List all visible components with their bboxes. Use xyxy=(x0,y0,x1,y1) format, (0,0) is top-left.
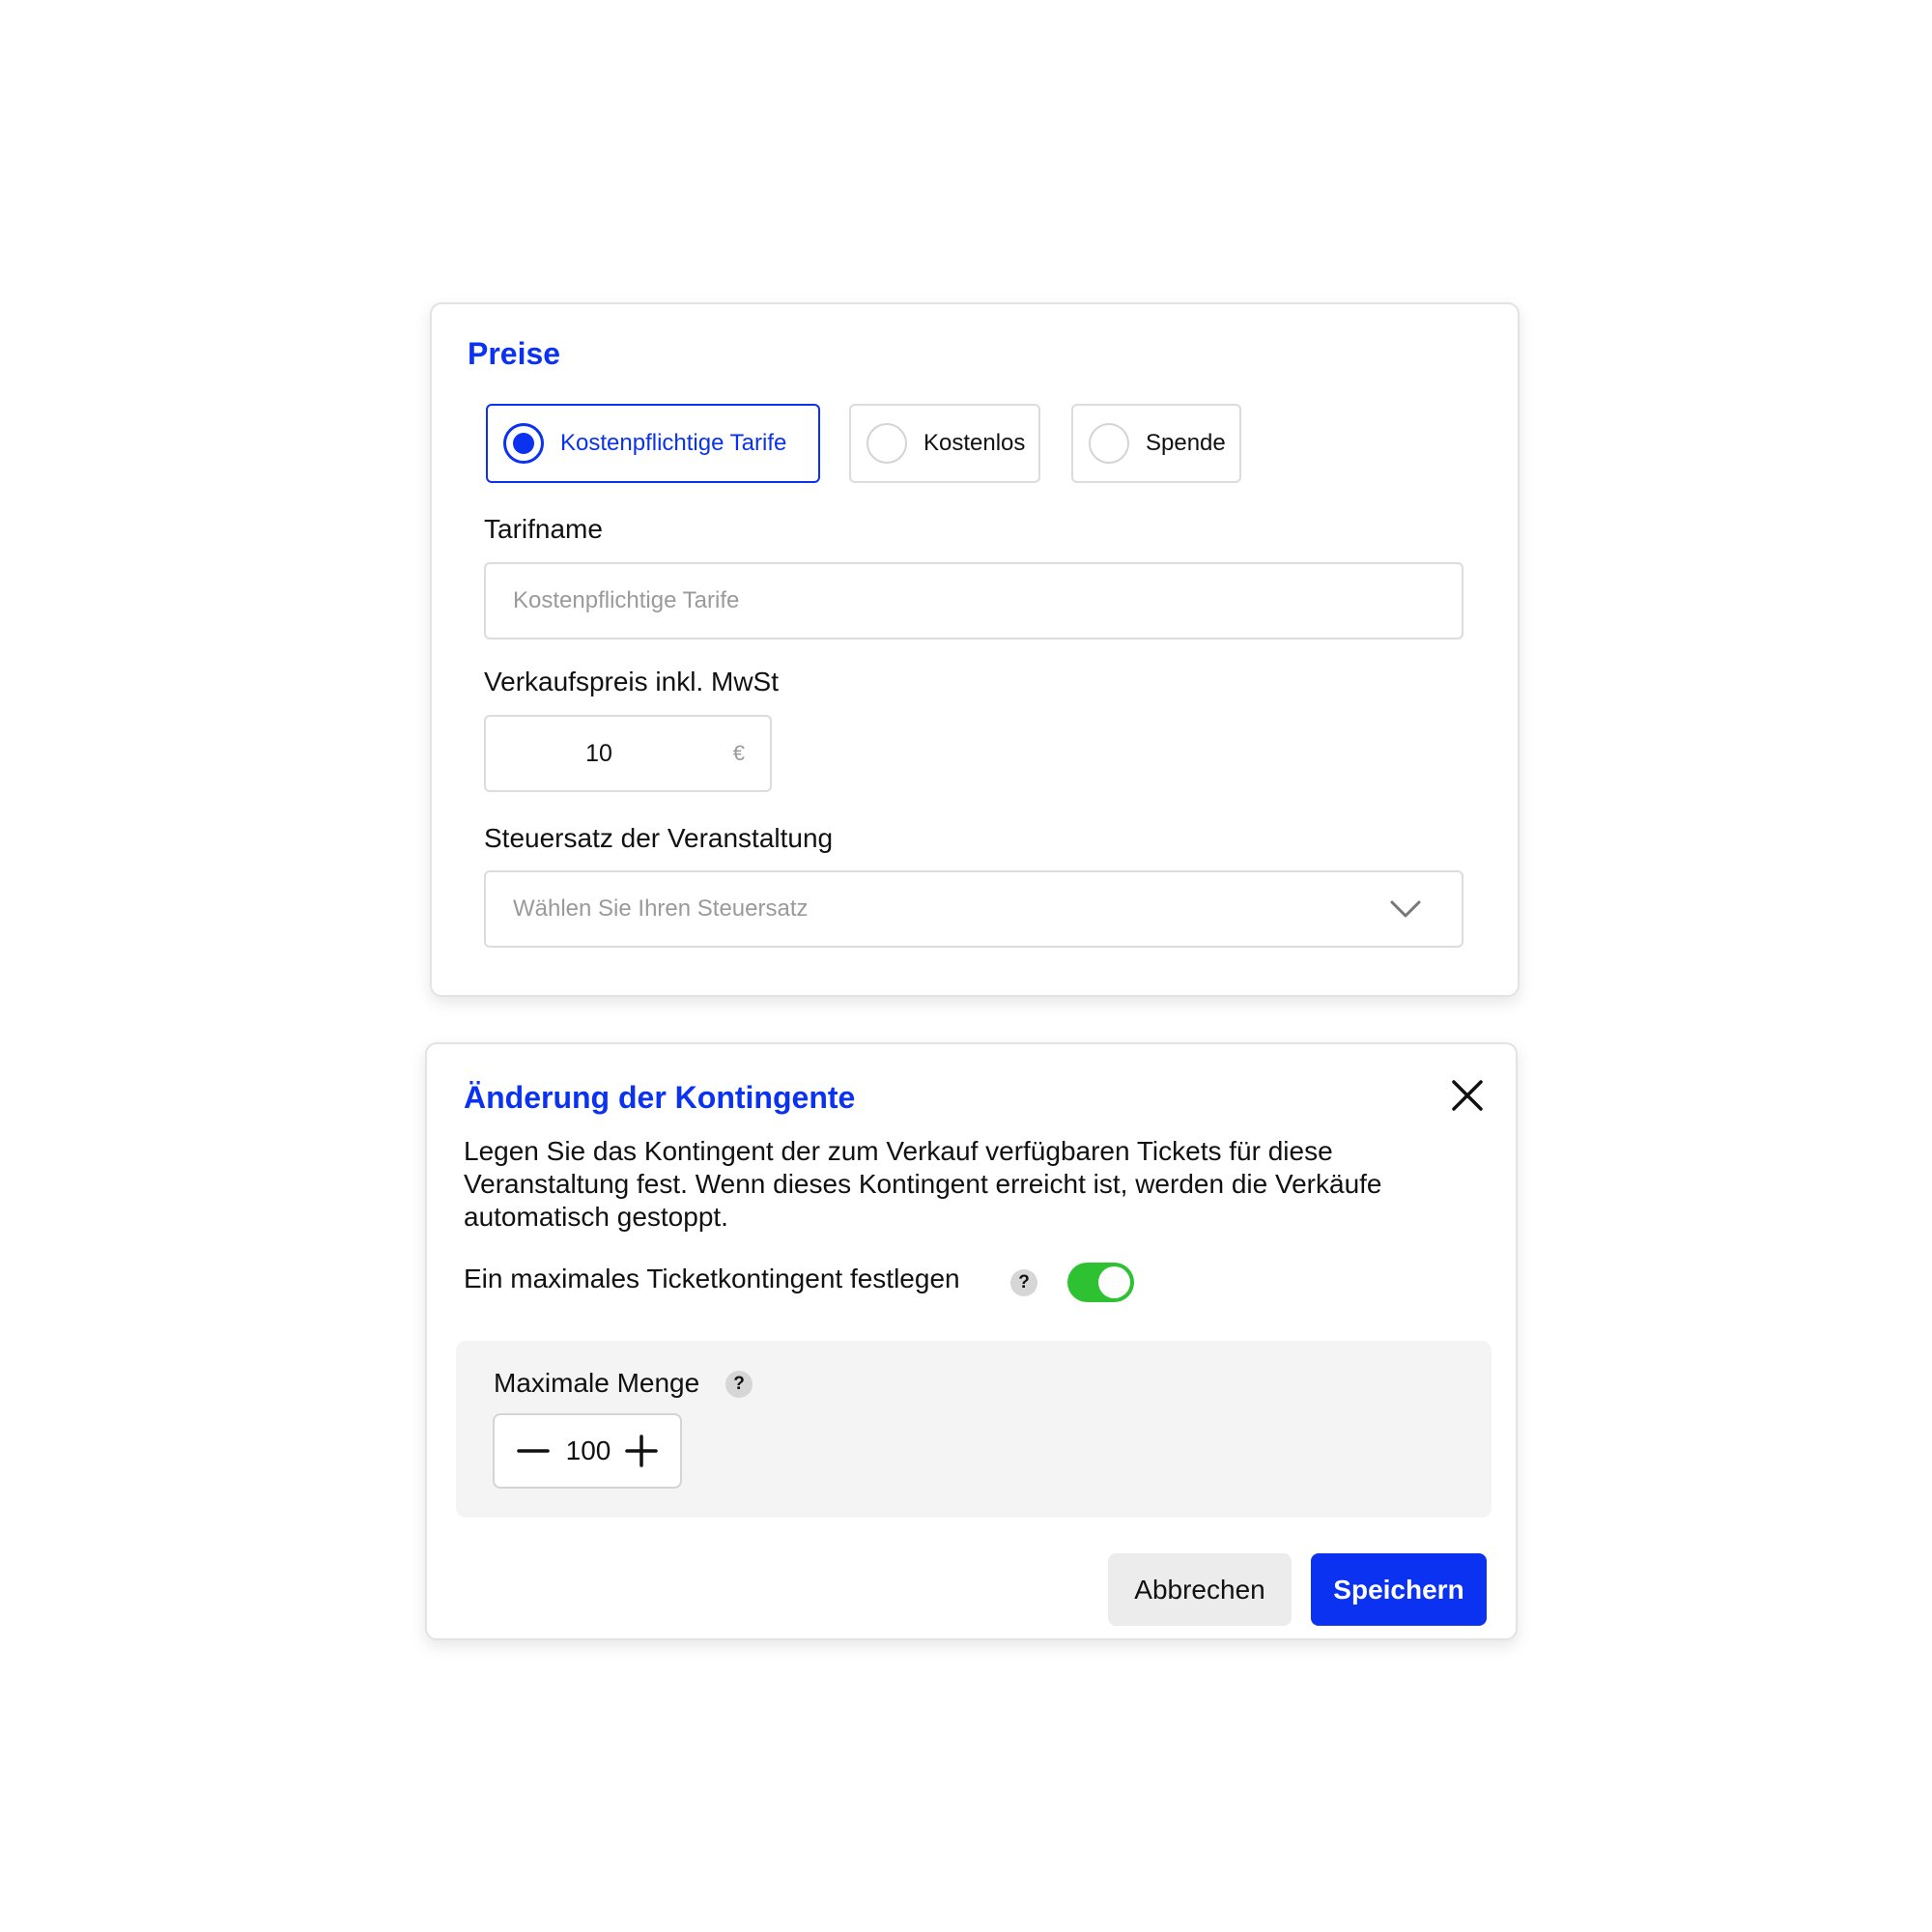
radio-paid-tariffs[interactable]: Kostenpflichtige Tarife xyxy=(486,404,820,483)
pricing-title: Preise xyxy=(468,336,561,371)
tax-rate-select[interactable]: Wählen Sie Ihren Steuersatz xyxy=(484,870,1463,948)
save-button[interactable]: Speichern xyxy=(1311,1553,1487,1626)
cancel-button[interactable]: Abbrechen xyxy=(1108,1553,1292,1626)
price-field[interactable]: 10 € xyxy=(484,715,772,792)
radio-unselected-icon xyxy=(1089,423,1129,464)
quota-description: Legen Sie das Kontingent der zum Verkauf… xyxy=(464,1136,1382,1232)
toggle-knob xyxy=(1098,1266,1130,1298)
radio-selected-icon xyxy=(503,423,544,464)
radio-donation-label: Spende xyxy=(1146,430,1226,456)
quantity-value[interactable]: 100 xyxy=(556,1415,620,1487)
help-icon[interactable]: ? xyxy=(1010,1269,1037,1296)
tax-rate-label: Steuersatz der Veranstaltung xyxy=(484,823,834,853)
quantity-stepper: 100 xyxy=(493,1413,682,1489)
price-label: Verkaufspreis inkl. MwSt xyxy=(484,667,779,696)
radio-paid-tariffs-label: Kostenpflichtige Tarife xyxy=(560,430,787,456)
close-icon[interactable] xyxy=(1446,1074,1489,1117)
radio-donation[interactable]: Spende xyxy=(1071,404,1241,483)
euro-icon: € xyxy=(732,741,745,765)
pricing-card: Preise Kostenpflichtige Tarife Kostenlos… xyxy=(430,302,1520,997)
max-quota-toggle[interactable] xyxy=(1067,1263,1134,1302)
plus-icon[interactable] xyxy=(624,1434,659,1468)
minus-icon[interactable] xyxy=(516,1434,551,1468)
radio-free[interactable]: Kostenlos xyxy=(849,404,1040,483)
tariff-name-input[interactable] xyxy=(486,564,1462,638)
max-quantity-label: Maximale Menge xyxy=(494,1368,700,1398)
chevron-down-icon[interactable] xyxy=(1390,899,1421,921)
radio-unselected-icon xyxy=(867,423,907,464)
quota-title: Änderung der Kontingente xyxy=(464,1080,856,1115)
help-icon[interactable]: ? xyxy=(725,1371,753,1398)
tax-rate-placeholder: Wählen Sie Ihren Steuersatz xyxy=(513,895,809,922)
quota-card: Änderung der Kontingente Legen Sie das K… xyxy=(425,1042,1518,1640)
max-quantity-panel: Maximale Menge ? 100 xyxy=(456,1341,1492,1518)
tariff-name-label: Tarifname xyxy=(484,514,603,544)
max-quota-toggle-label: Ein maximales Ticketkontingent festlegen xyxy=(464,1264,960,1293)
price-value: 10 xyxy=(585,739,612,767)
radio-free-label: Kostenlos xyxy=(923,430,1026,456)
tariff-name-field[interactable] xyxy=(484,562,1463,639)
